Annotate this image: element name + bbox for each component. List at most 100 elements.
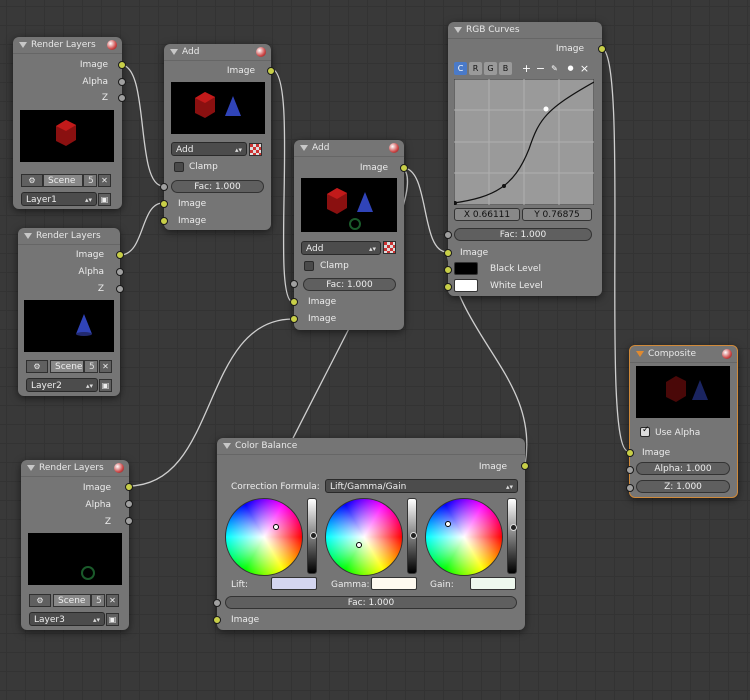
clamp-checkbox[interactable] (304, 261, 314, 271)
output-alpha-socket[interactable] (116, 268, 124, 276)
fac-slider[interactable]: Fac: 1.000 (171, 180, 264, 193)
layer-dropdown[interactable]: Layer1 ▴▾ (21, 192, 97, 206)
fac-slider[interactable]: Fac: 1.000 (225, 596, 517, 609)
point-y-field[interactable]: Y 0.76875 (522, 208, 592, 221)
output-image-socket[interactable] (400, 164, 408, 172)
gamma-color-wheel[interactable] (325, 498, 403, 576)
output-image-socket[interactable] (267, 67, 275, 75)
collapse-triangle-icon[interactable] (24, 233, 32, 239)
input-black-level-socket[interactable] (444, 266, 452, 274)
lift-wheel-cursor[interactable] (273, 524, 279, 530)
output-alpha-socket[interactable] (125, 500, 133, 508)
scene-browse-icon[interactable]: ⚙ (29, 594, 51, 607)
gain-wheel-cursor[interactable] (445, 521, 451, 527)
gamma-color-swatch[interactable] (371, 577, 417, 590)
render-layers-node-3[interactable]: Render Layers Image Alpha Z ⚙ Scene 5 ✕ … (21, 460, 133, 630)
delete-point-icon[interactable]: × (578, 62, 591, 75)
gain-value-slider[interactable] (507, 498, 517, 574)
channel-b-tab[interactable]: B (499, 62, 512, 75)
white-level-swatch[interactable] (454, 279, 478, 292)
collapse-triangle-icon[interactable] (19, 42, 27, 48)
alpha-checker-icon[interactable] (383, 241, 396, 254)
scene-browse-icon[interactable]: ⚙ (21, 174, 43, 187)
z-slider[interactable]: Z: 1.000 (636, 480, 730, 493)
blend-mode-dropdown[interactable]: Add ▴▾ (301, 241, 381, 255)
slider-handle-icon[interactable] (510, 524, 517, 531)
output-image-socket[interactable] (118, 61, 126, 69)
preview-toggle-icon[interactable] (256, 47, 266, 57)
composite-node[interactable]: Composite ✓ Use Alpha Image Alpha: 1.000… (626, 345, 738, 498)
blend-mode-dropdown[interactable]: Add ▴▾ (171, 142, 247, 156)
input-image-socket-1[interactable] (290, 298, 298, 306)
input-white-level-socket[interactable] (444, 283, 452, 291)
output-z-socket[interactable] (118, 94, 126, 102)
zoom-in-icon[interactable]: + (520, 62, 533, 75)
output-image-socket[interactable] (116, 251, 124, 259)
output-image-socket[interactable] (521, 462, 529, 470)
layer-dropdown[interactable]: Layer2 ▴▾ (26, 378, 98, 392)
collapse-triangle-icon[interactable] (300, 145, 308, 151)
output-alpha-socket[interactable] (118, 78, 126, 86)
fac-slider[interactable]: Fac: 1.000 (303, 278, 396, 291)
input-image-socket[interactable] (444, 249, 452, 257)
scene-browse-icon[interactable]: ⚙ (26, 360, 48, 373)
rgb-curves-node[interactable]: RGB Curves Image C R G B + − ✎ ● × X 0.6… (444, 22, 606, 296)
gamma-value-slider[interactable] (407, 498, 417, 574)
collapse-triangle-icon[interactable] (27, 465, 35, 471)
curve-editor[interactable] (454, 79, 594, 205)
clamp-checkbox[interactable] (174, 162, 184, 172)
use-alpha-checkbox[interactable]: ✓ (640, 425, 650, 437)
clipping-dot-icon[interactable]: ● (564, 62, 577, 75)
input-image-socket-1[interactable] (160, 200, 168, 208)
color-balance-node[interactable]: Color Balance Image Correction Formula: … (213, 438, 529, 630)
unlink-icon[interactable]: ✕ (99, 360, 112, 373)
scene-name-field[interactable]: Scene (50, 360, 84, 373)
gamma-wheel-cursor[interactable] (356, 542, 362, 548)
input-fac-socket[interactable] (444, 231, 452, 239)
scene-name-field[interactable]: Scene (53, 594, 91, 607)
add-mix-node-2[interactable]: Add Image Add ▴▾ Clamp Fac: 1.000 Image I… (290, 140, 408, 330)
output-image-socket[interactable] (598, 45, 606, 53)
gain-color-swatch[interactable] (470, 577, 516, 590)
fac-slider[interactable]: Fac: 1.000 (454, 228, 592, 241)
alpha-checker-icon[interactable] (249, 143, 262, 156)
slider-handle-icon[interactable] (310, 532, 317, 539)
collapse-triangle-icon[interactable] (223, 443, 231, 449)
render-camera-icon[interactable]: ▣ (98, 193, 111, 206)
preview-toggle-icon[interactable] (722, 349, 732, 359)
input-z-socket[interactable] (626, 484, 634, 492)
alpha-slider[interactable]: Alpha: 1.000 (636, 462, 730, 475)
input-image-socket[interactable] (626, 449, 634, 457)
input-image-socket-2[interactable] (160, 217, 168, 225)
render-camera-icon[interactable]: ▣ (106, 613, 119, 626)
zoom-out-icon[interactable]: − (534, 62, 547, 75)
input-fac-socket[interactable] (160, 183, 168, 191)
preview-toggle-icon[interactable] (114, 463, 124, 473)
gain-color-wheel[interactable] (425, 498, 503, 576)
render-layers-node-1[interactable]: Render Layers Image Alpha Z ⚙ Scene 5 ✕ … (13, 37, 126, 209)
output-image-socket[interactable] (125, 483, 133, 491)
layer-dropdown[interactable]: Layer3 ▴▾ (29, 612, 105, 626)
lift-color-swatch[interactable] (271, 577, 317, 590)
output-z-socket[interactable] (125, 517, 133, 525)
input-image-socket-2[interactable] (290, 315, 298, 323)
lift-value-slider[interactable] (307, 498, 317, 574)
preview-toggle-icon[interactable] (389, 143, 399, 153)
unlink-icon[interactable]: ✕ (98, 174, 111, 187)
output-z-socket[interactable] (116, 285, 124, 293)
input-fac-socket[interactable] (290, 280, 298, 288)
scene-name-field[interactable]: Scene (43, 174, 83, 187)
collapse-triangle-icon[interactable] (636, 351, 644, 357)
lift-color-wheel[interactable] (225, 498, 303, 576)
point-x-field[interactable]: X 0.66111 (454, 208, 520, 221)
preview-toggle-icon[interactable] (107, 40, 117, 50)
channel-g-tab[interactable]: G (484, 62, 497, 75)
unlink-icon[interactable]: ✕ (106, 594, 119, 607)
black-level-swatch[interactable] (454, 262, 478, 275)
channel-c-tab[interactable]: C (454, 62, 467, 75)
collapse-triangle-icon[interactable] (454, 27, 462, 33)
collapse-triangle-icon[interactable] (170, 49, 178, 55)
tools-wrench-icon[interactable]: ✎ (548, 62, 561, 75)
correction-formula-dropdown[interactable]: Lift/Gamma/Gain ▴▾ (325, 479, 518, 493)
input-alpha-socket[interactable] (626, 466, 634, 474)
